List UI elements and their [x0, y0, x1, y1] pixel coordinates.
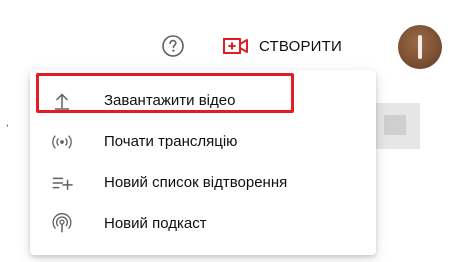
- top-bar: СТВОРИТИ: [0, 0, 462, 78]
- menu-item-label: Почати трансляцію: [104, 133, 238, 150]
- menu-item-label: Новий подкаст: [104, 215, 207, 232]
- playlist-add-icon: [50, 171, 74, 195]
- menu-item-upload-video[interactable]: Завантажити відео: [30, 80, 376, 121]
- create-button-label: СТВОРИТИ: [259, 37, 343, 55]
- help-circle-icon: [162, 35, 184, 57]
- youtube-studio-page: СТВОРИТИ ’ Завантажити відео Почати тран…: [0, 0, 462, 262]
- user-avatar[interactable]: [398, 25, 442, 69]
- menu-item-label: Новий список відтворення: [104, 174, 288, 191]
- create-dropdown-menu: Завантажити відео Почати трансляцію Нови…: [30, 70, 376, 255]
- podcast-icon: [50, 212, 74, 236]
- menu-item-new-podcast[interactable]: Новий подкаст: [30, 203, 376, 244]
- video-plus-icon: [222, 36, 250, 56]
- menu-item-new-playlist[interactable]: Новий список відтворення: [30, 162, 376, 203]
- create-button[interactable]: СТВОРИТИ: [222, 32, 342, 60]
- menu-item-go-live[interactable]: Почати трансляцію: [30, 121, 376, 162]
- background-thumbnail: [376, 103, 420, 149]
- background-thumbnail-image: [384, 115, 406, 135]
- upload-icon: [50, 89, 74, 113]
- live-stream-icon: [50, 130, 74, 154]
- background-link-fragment: ’: [6, 122, 9, 136]
- menu-item-label: Завантажити відео: [104, 92, 236, 109]
- help-button[interactable]: [160, 33, 186, 59]
